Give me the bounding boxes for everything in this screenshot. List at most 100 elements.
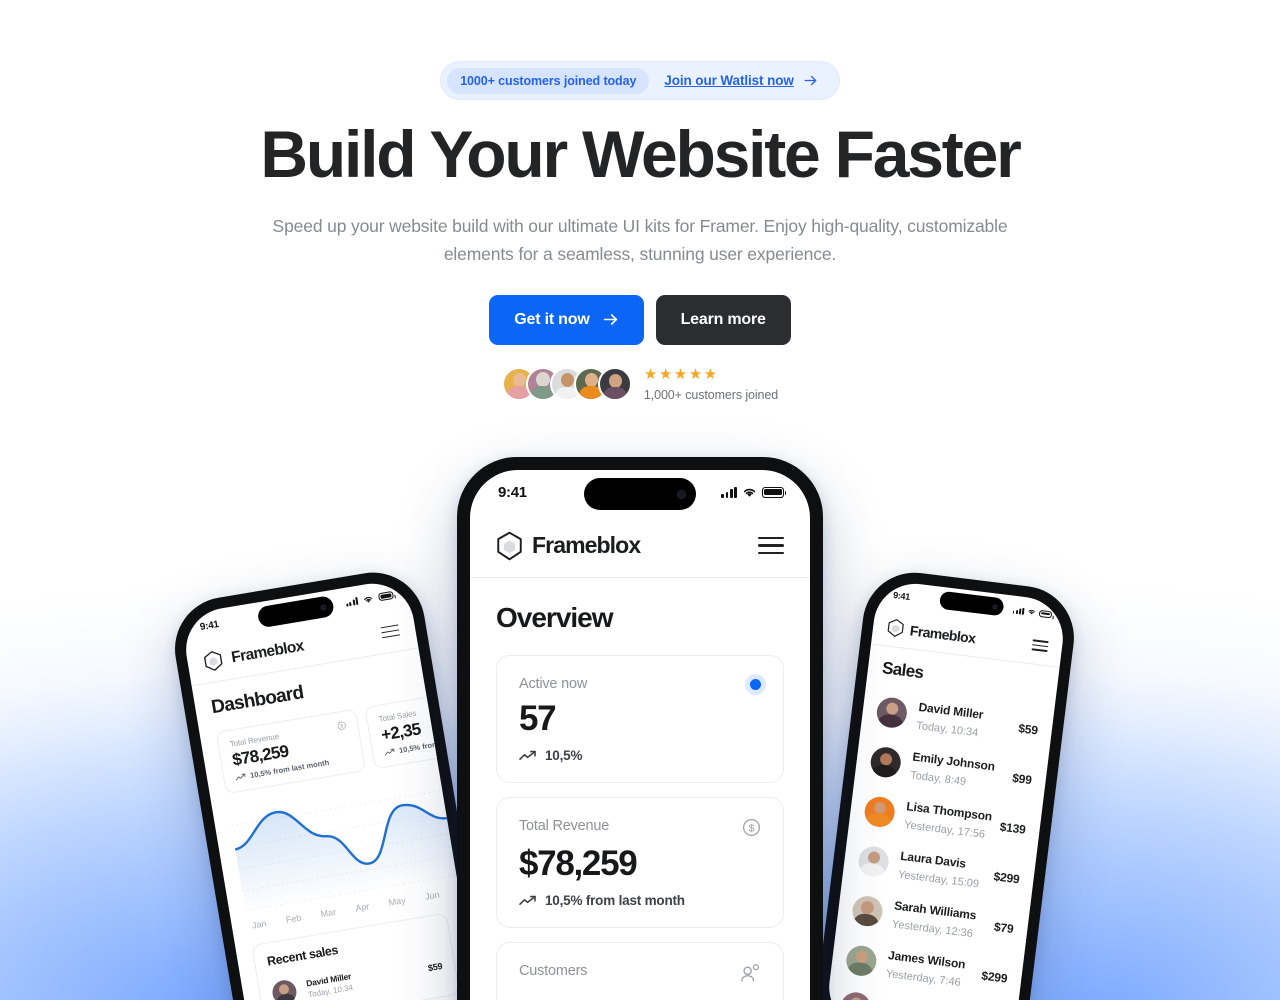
chart-tick: Apr bbox=[354, 901, 371, 914]
chart-tick: Mar bbox=[319, 906, 337, 920]
dollar-circle-icon: $ bbox=[337, 721, 346, 730]
status-time: 9:41 bbox=[498, 483, 527, 501]
stat-delta-text: 10,5% from last month bbox=[545, 893, 685, 908]
list-item-amount: $59 bbox=[1017, 721, 1039, 738]
trend-up-icon bbox=[384, 748, 395, 756]
battery-icon bbox=[1038, 609, 1053, 618]
front-camera-icon bbox=[319, 603, 327, 611]
arrow-right-icon bbox=[804, 75, 817, 86]
list-item-amount: $139 bbox=[998, 819, 1027, 837]
list-item-time: Today, 10:34 bbox=[915, 719, 979, 740]
sales-list: David Miller Today, 10:34 $59 Emily John… bbox=[838, 686, 1041, 1000]
hero-section: 1000+ customers joined today Join our Wa… bbox=[0, 0, 1280, 402]
front-camera-icon bbox=[992, 603, 998, 610]
get-it-now-label: Get it now bbox=[514, 310, 590, 328]
battery-icon bbox=[377, 590, 395, 602]
learn-more-button[interactable]: Learn more bbox=[655, 294, 791, 345]
trend-up-icon bbox=[235, 773, 246, 781]
list-item-time: Yesterday, 15:09 bbox=[897, 868, 980, 891]
cellular-signal-icon bbox=[1012, 606, 1025, 615]
stat-delta-text: 10,5% bbox=[545, 748, 583, 763]
hamburger-menu-icon[interactable] bbox=[380, 624, 401, 639]
hamburger-menu-icon[interactable] bbox=[758, 537, 784, 554]
avatar bbox=[844, 944, 879, 978]
brand-logo: Frameblox bbox=[202, 636, 305, 673]
phone-mockup-center: 9:41 Frameblox Overview Active now 57 10… bbox=[457, 457, 823, 1000]
status-time: 9:41 bbox=[199, 618, 220, 633]
avatar bbox=[838, 990, 873, 1000]
status-icons bbox=[1012, 606, 1053, 619]
dollar-circle-icon: $ bbox=[742, 818, 761, 837]
announcement-link[interactable]: Join our Watlist now bbox=[649, 67, 833, 94]
trend-up-icon bbox=[519, 895, 536, 905]
battery-icon bbox=[762, 486, 787, 498]
brand-name: Frameblox bbox=[532, 532, 641, 558]
trend-up-icon bbox=[519, 750, 536, 760]
svg-text:$: $ bbox=[749, 823, 755, 834]
wifi-icon bbox=[1028, 609, 1035, 615]
hero-subtitle: Speed up your website build with our ult… bbox=[272, 215, 1008, 265]
stat-label: Total Revenue bbox=[519, 818, 610, 834]
stat-value: $78,259 bbox=[519, 844, 638, 883]
phone-right-screen: 9:41 Frameblox Sales David Miller Today,… bbox=[824, 579, 1068, 1000]
stat-card-active-now[interactable]: Active now 57 10,5% bbox=[496, 655, 784, 783]
revenue-area-chart: Jan Feb Mar Apr May Jun bbox=[228, 775, 473, 931]
stat-card-total-revenue[interactable]: Total Revenue $ $78,259 10,5% from last … bbox=[215, 708, 367, 795]
avatar bbox=[856, 844, 891, 879]
list-item-name: Laura Davis bbox=[899, 848, 967, 871]
star-rating-icon: ★★★★★ bbox=[643, 365, 719, 383]
hamburger-menu-icon[interactable] bbox=[1031, 639, 1049, 652]
chart-tick: May bbox=[387, 895, 407, 908]
arrow-right-icon bbox=[603, 314, 617, 326]
hexagon-cube-logo-icon bbox=[497, 531, 522, 560]
phone-center-screen: 9:41 Frameblox Overview Active now 57 10… bbox=[470, 470, 810, 1000]
status-bar: 9:41 bbox=[470, 470, 810, 514]
avatar bbox=[875, 695, 909, 730]
brand-logo: Frameblox bbox=[496, 531, 641, 561]
announcement-pill: 1000+ customers joined today bbox=[447, 67, 650, 94]
learn-more-label: Learn more bbox=[680, 310, 766, 328]
status-time: 9:41 bbox=[892, 589, 911, 602]
stat-card-total-revenue[interactable]: Total Revenue $ $78,259 10,5% from last … bbox=[496, 797, 784, 928]
announcement-link-label: Join our Watlist now bbox=[664, 73, 794, 88]
stat-label: Active now bbox=[519, 676, 588, 692]
phone-mockup-right: 9:41 Frameblox Sales David Miller Today,… bbox=[812, 566, 1080, 1000]
dynamic-island bbox=[584, 478, 696, 510]
stat-label: Customers bbox=[519, 963, 588, 979]
avatar-face bbox=[600, 369, 630, 400]
dynamic-island bbox=[938, 590, 1005, 617]
rating-block: ★★★★★ 1,000+ customers joined bbox=[644, 367, 778, 402]
chart-tick: Feb bbox=[285, 912, 302, 925]
get-it-now-button[interactable]: Get it now bbox=[489, 294, 644, 345]
brand-name: Frameblox bbox=[909, 621, 977, 646]
page-title: Build Your Website Faster bbox=[260, 117, 1021, 191]
brand-name: Frameblox bbox=[230, 636, 305, 666]
status-icons bbox=[721, 486, 787, 498]
list-item-amount: $99 bbox=[1011, 770, 1033, 788]
avatar bbox=[869, 745, 903, 779]
stat-delta: 10,5% bbox=[519, 748, 761, 763]
wifi-icon bbox=[743, 488, 756, 497]
avatar bbox=[270, 978, 299, 1000]
list-item-time: Yesterday, 7:46 bbox=[885, 967, 962, 990]
avatar bbox=[597, 367, 632, 402]
list-item-time: Today, 8:49 bbox=[909, 769, 967, 789]
list-item-amount: $299 bbox=[980, 968, 1009, 986]
list-item-name: Emily Johnson bbox=[911, 749, 996, 774]
hexagon-cube-logo-icon bbox=[204, 651, 223, 671]
stat-delta: 10,5% from last month bbox=[519, 893, 761, 908]
wifi-icon bbox=[364, 596, 373, 603]
status-icons bbox=[345, 590, 395, 607]
list-item-name: James Wilson bbox=[887, 948, 967, 972]
stat-card-customers[interactable]: Customers bbox=[496, 942, 784, 1000]
hexagon-cube-logo-icon bbox=[887, 619, 904, 637]
cta-button-row: Get it now Learn more bbox=[0, 294, 1280, 345]
rating-caption: 1,000+ customers joined bbox=[643, 387, 779, 402]
list-item-time: Yesterday, 12:36 bbox=[891, 918, 974, 941]
announcement-bar[interactable]: 1000+ customers joined today Join our Wa… bbox=[441, 62, 839, 99]
brand-logo: Frameblox bbox=[886, 618, 977, 648]
list-item-amount: $299 bbox=[992, 869, 1021, 887]
stat-value: 57 bbox=[519, 699, 557, 738]
list-item-name: David Miller bbox=[917, 699, 985, 722]
list-item-amount: $79 bbox=[993, 919, 1015, 937]
